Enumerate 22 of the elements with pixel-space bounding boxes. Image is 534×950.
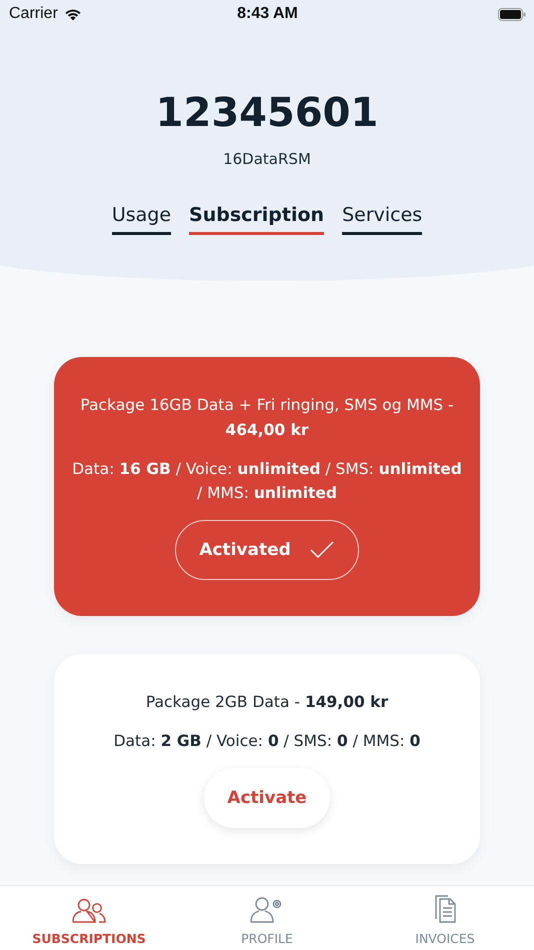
package-details: Data: 16 GB / Voice: unlimited / SMS: unlimited / MMS: unlimited [72,458,462,504]
package-title: Package 2GB Data - 149,00 kr [146,692,388,714]
activate-button[interactable]: Activate [204,768,330,828]
tab[interactable]: Usage [112,204,172,235]
user-settings-icon [250,895,284,923]
tab[interactable]: Services [342,204,422,235]
clock-time: 8:43 AM [237,5,298,23]
nav-item[interactable]: INVOICES [356,886,534,950]
package-details: Data: 2 GB / Voice: 0 / SMS: 0 / MMS: 0 [114,730,420,752]
people-icon [72,897,106,923]
package-title: Package 16GB Data + Fri ringing, SMS og MMS - 464,00 kr [79,395,455,441]
wifi-icon [64,8,82,20]
checkmark-icon [308,540,335,560]
plan-name: 16DataRSM [222,150,312,168]
carrier-label: Carrier [9,5,58,23]
tab[interactable]: Subscription [189,204,324,235]
activated-button[interactable]: Activated [175,520,359,580]
battery-icon [498,8,526,20]
phone-number: 12345601 [154,90,380,136]
document-icon [433,895,457,923]
nav-item[interactable]: PROFILE [178,886,356,950]
nav-item[interactable]: SUBSCRIPTIONS [0,886,178,950]
